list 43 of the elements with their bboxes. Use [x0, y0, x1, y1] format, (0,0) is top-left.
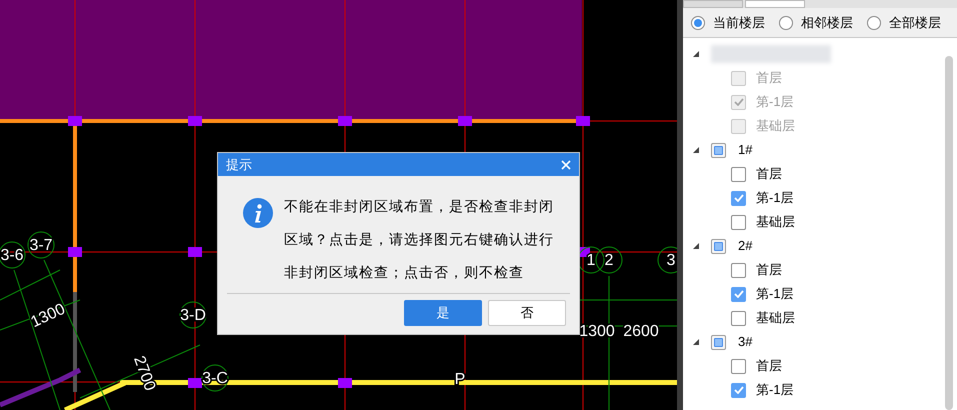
tree-item-label[interactable]: 第-1层	[756, 284, 794, 304]
checkbox[interactable]	[711, 238, 726, 254]
tree-item-label[interactable]: 首层	[756, 260, 782, 280]
tree-item-label[interactable]: 基础层	[756, 308, 795, 328]
caret-icon[interactable]	[693, 243, 699, 249]
tree-item-label[interactable]: 基础层	[756, 212, 795, 232]
tree-item-label[interactable]: 第-1层	[756, 380, 794, 400]
checkbox[interactable]	[731, 262, 746, 278]
checkbox[interactable]	[711, 334, 726, 350]
checkbox[interactable]	[731, 190, 746, 206]
dialog-message: 不能在非封闭区域布置，是否检查非封闭区域？点击是，请选择图元右键确认进行非封闭区域检查；点击否，则不检查	[284, 197, 555, 282]
caret-icon[interactable]	[693, 339, 699, 345]
tree-item-label[interactable]: 第-1层	[756, 188, 794, 208]
tab[interactable]	[745, 0, 805, 8]
dialog-title: 提示	[226, 156, 252, 174]
check-icon	[734, 194, 744, 202]
radio-option[interactable]: 相邻楼层	[779, 12, 853, 32]
checkbox[interactable]	[731, 358, 746, 374]
info-icon	[243, 198, 273, 228]
check-icon	[734, 98, 744, 106]
checkbox[interactable]	[731, 310, 746, 326]
tree-group-label[interactable]: 3#	[738, 332, 752, 352]
checkbox[interactable]	[731, 166, 746, 182]
partial-fill-icon	[714, 146, 723, 154]
radio-option[interactable]: 当前楼层	[691, 12, 765, 32]
checkbox[interactable]	[711, 142, 726, 158]
close-icon[interactable]	[561, 160, 571, 170]
caret-icon[interactable]	[693, 147, 699, 153]
checkbox[interactable]	[731, 382, 746, 398]
radio-option[interactable]: 全部楼层	[867, 12, 941, 32]
check-icon	[734, 290, 744, 298]
tree-item-label[interactable]: 首层	[756, 164, 782, 184]
checkbox[interactable]	[731, 214, 746, 230]
confirm-button[interactable]: 是	[404, 300, 482, 326]
partial-fill-icon	[714, 338, 723, 346]
tree-group-label[interactable]: 1#	[738, 140, 752, 160]
check-icon	[734, 386, 744, 394]
tree-group-label[interactable]: 2#	[738, 236, 752, 256]
tree-item-label[interactable]: 首层	[756, 356, 782, 376]
partial-fill-icon	[714, 242, 723, 250]
scrollbar[interactable]	[945, 56, 953, 410]
checkbox[interactable]	[731, 286, 746, 302]
cancel-button[interactable]: 否	[488, 300, 566, 326]
